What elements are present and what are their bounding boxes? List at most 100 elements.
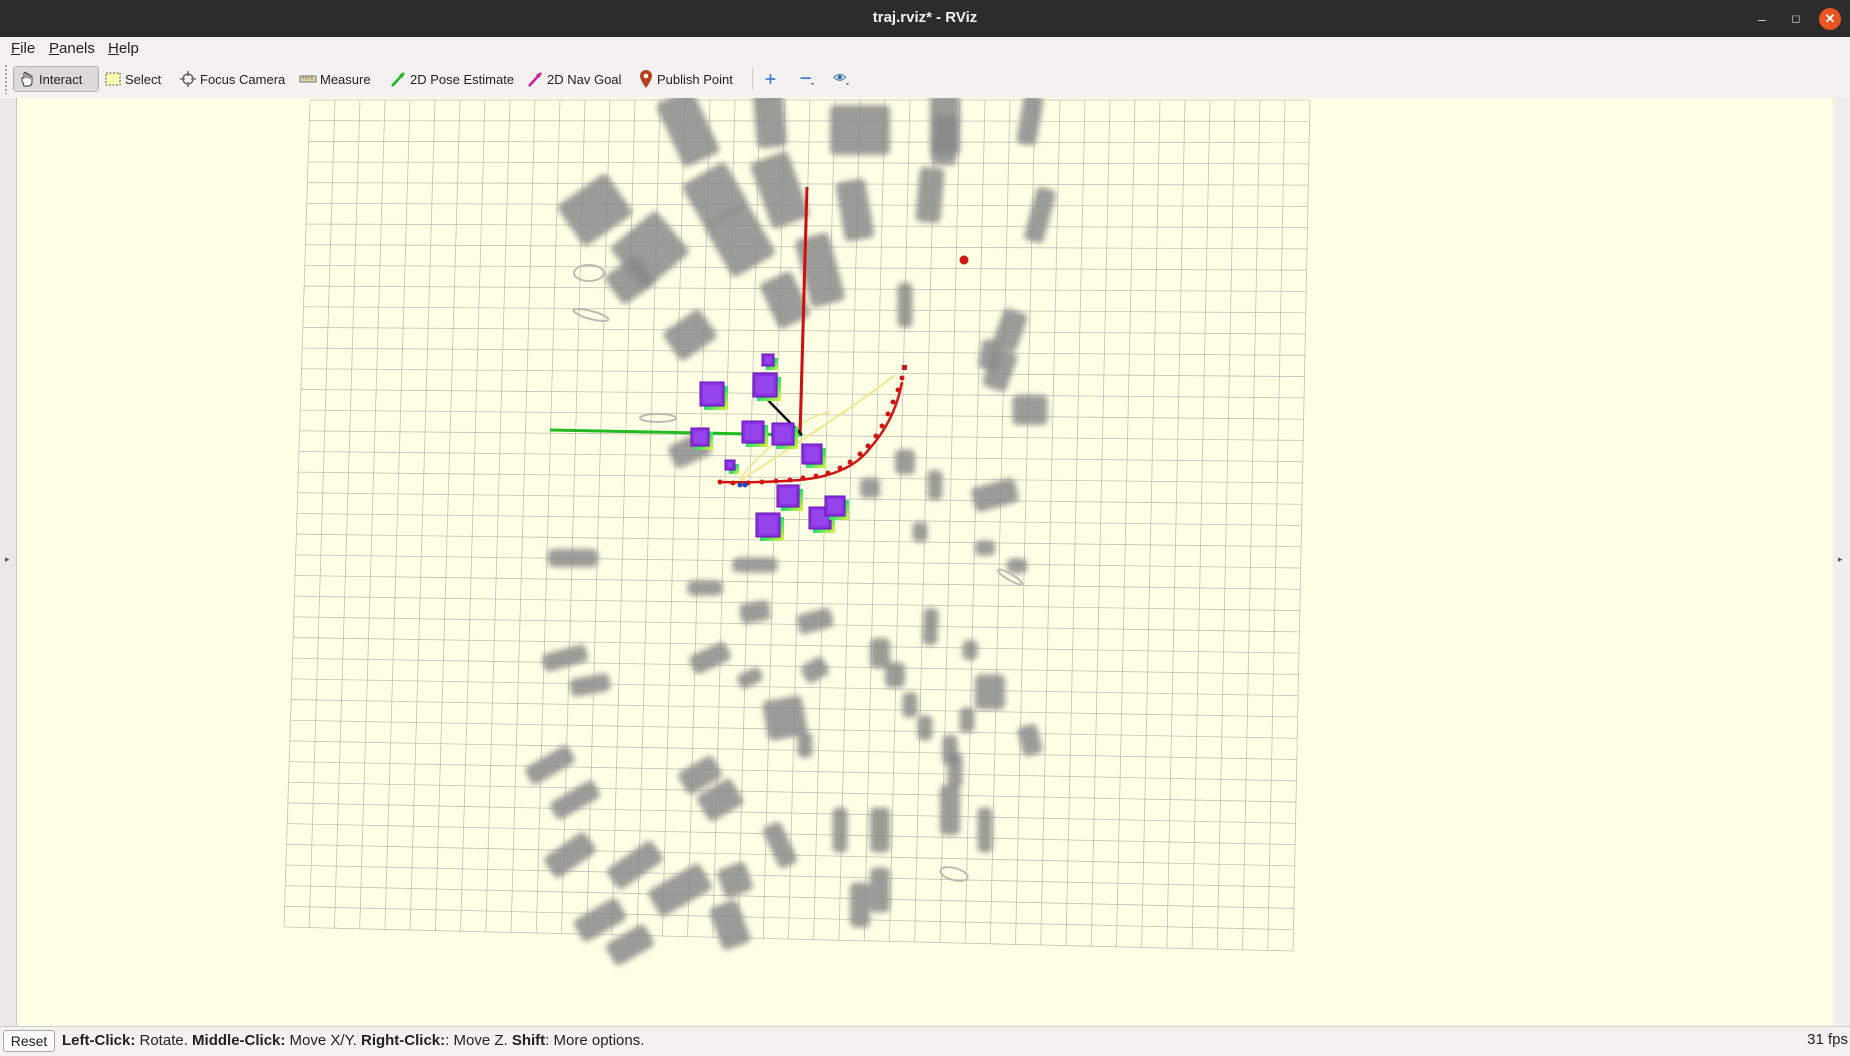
- obstacle-blob: [687, 580, 723, 596]
- cube-face: [780, 488, 796, 504]
- cube-face: [765, 357, 771, 363]
- maximize-icon[interactable]: ◻: [1785, 8, 1807, 30]
- close-icon[interactable]: ✕: [1819, 8, 1841, 30]
- obstacle-blob: [917, 715, 933, 741]
- obstacle-blob: [830, 105, 890, 155]
- map-pin-icon: [640, 70, 652, 88]
- trajectory-point: [773, 478, 779, 484]
- obstacle-blob: [930, 114, 960, 166]
- robot-cube: [755, 512, 784, 541]
- hand-icon: [21, 71, 33, 87]
- expand-left-icon[interactable]: ▸: [5, 554, 10, 565]
- robot-cube: [699, 381, 728, 410]
- trajectory-point: [847, 459, 853, 465]
- menu-panels[interactable]: Panels: [49, 40, 95, 57]
- cube-face: [759, 516, 777, 534]
- measure-tool-button[interactable]: Measure: [295, 66, 375, 92]
- trajectory-point: [837, 465, 843, 471]
- robot-dot: [737, 482, 743, 488]
- ruler-icon: [299, 75, 317, 83]
- add-tool-button[interactable]: [760, 66, 784, 92]
- crosshair-icon: [180, 71, 196, 87]
- remove-tool-button[interactable]: [794, 66, 822, 92]
- obstacle-blob: [940, 785, 960, 835]
- cube-face: [694, 431, 706, 443]
- obstacle-blob: [1012, 395, 1048, 425]
- obstacle-blob: [870, 807, 890, 853]
- left-dock-collapsed[interactable]: ▸: [0, 98, 17, 1026]
- cube-face: [703, 385, 721, 403]
- obstacle-blob: [897, 282, 913, 328]
- robot-cube: [771, 422, 798, 449]
- trajectory-point: [857, 451, 863, 457]
- nav-goal-tool-button[interactable]: 2D Nav Goal: [522, 66, 625, 92]
- trajectory-point: [825, 470, 831, 476]
- ground-grid: [283, 99, 1311, 952]
- pose-estimate-tool-button[interactable]: 2D Pose Estimate: [385, 66, 518, 92]
- trajectory-point: [813, 473, 819, 479]
- focus-camera-tool-button[interactable]: Focus Camera: [175, 66, 289, 92]
- window-title: traj.rviz* - RViz: [872, 9, 978, 26]
- obstacle-blob: [870, 867, 890, 913]
- trajectory-point: [885, 411, 891, 417]
- scene-3d[interactable]: [17, 98, 1833, 1026]
- interact-tool-button[interactable]: Interact: [13, 66, 99, 92]
- plus-icon: [765, 74, 776, 84]
- reset-button[interactable]: Reset: [3, 1030, 55, 1052]
- tool-bar: Interact Select Focus Camera Measure 2D …: [0, 60, 1850, 99]
- obstacle-blob: [850, 882, 870, 928]
- menu-help[interactable]: Help: [108, 40, 139, 57]
- pink-arrow-icon: [528, 72, 542, 87]
- fps-counter: 31 fps: [1807, 1031, 1848, 1048]
- trajectory-point: [890, 399, 896, 405]
- tool-properties-button[interactable]: [828, 66, 858, 92]
- obstacle-blob: [548, 549, 598, 567]
- publish-point-tool-button[interactable]: Publish Point: [634, 66, 737, 92]
- robot-cube: [752, 372, 781, 401]
- trajectory-point: [787, 477, 793, 483]
- obstacle-blob: [885, 662, 905, 688]
- right-dock-collapsed[interactable]: ▸: [1834, 98, 1850, 1026]
- trajectory-point: [899, 375, 905, 381]
- render-viewport[interactable]: [17, 98, 1833, 1026]
- minimize-icon[interactable]: –: [1751, 8, 1773, 30]
- obstacle-blob: [975, 540, 995, 556]
- eye-icon: [833, 73, 850, 86]
- cube-face: [828, 499, 842, 513]
- select-tool-button[interactable]: Select: [100, 66, 165, 92]
- select-box-icon: [105, 72, 121, 86]
- trajectory-point: [895, 387, 901, 393]
- obstacle-blob: [977, 807, 993, 853]
- trajectory-point: [730, 480, 736, 486]
- cube-face: [775, 426, 791, 442]
- obstacle-blob: [912, 522, 928, 542]
- menu-bar: File Panels Help: [0, 37, 1850, 60]
- goal-point: [959, 255, 969, 265]
- cube-face: [728, 463, 732, 467]
- obstacle-blob: [959, 707, 975, 733]
- obstacle-blob: [902, 692, 918, 718]
- cube-face: [805, 447, 819, 461]
- expand-right-icon[interactable]: ▸: [1838, 554, 1843, 565]
- toolbar-separator: [752, 68, 753, 90]
- obstacle-blob: [832, 807, 848, 853]
- obstacle-blob: [915, 166, 945, 224]
- obstacle-blob: [962, 640, 978, 660]
- toolbar-grip[interactable]: [4, 64, 8, 94]
- grid-plane: [284, 100, 1310, 951]
- robot-cube: [741, 420, 768, 447]
- minus-icon: [800, 77, 815, 85]
- obstacle-blob: [922, 625, 938, 645]
- green-arrow-icon: [391, 72, 405, 87]
- trajectory-point: [759, 479, 765, 485]
- menu-file[interactable]: File: [11, 40, 35, 57]
- obstacle-blob: [797, 732, 813, 758]
- obstacle-blob: [927, 470, 943, 500]
- obstacle-blob: [860, 478, 880, 498]
- trajectory-point: [879, 423, 885, 429]
- trajectory-point: [800, 475, 806, 481]
- robot-dot: [742, 482, 748, 488]
- goal-marker: [902, 365, 907, 370]
- title-bar: traj.rviz* - RViz – ◻ ✕: [0, 0, 1850, 37]
- robot-cube: [824, 495, 849, 520]
